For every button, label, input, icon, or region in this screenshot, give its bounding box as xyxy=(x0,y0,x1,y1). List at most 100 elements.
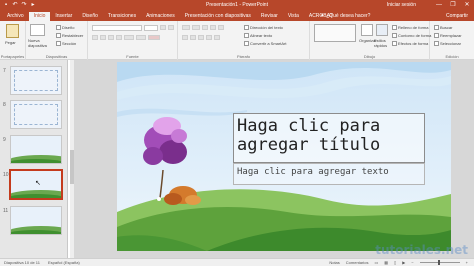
slide-thumbnail-10[interactable]: ↖ xyxy=(9,169,63,200)
replace-icon xyxy=(434,33,439,39)
reset-button[interactable]: Restablecer xyxy=(56,33,83,39)
italic-button[interactable] xyxy=(100,35,106,40)
tab-insertar[interactable]: Insertar xyxy=(50,12,77,21)
slides-group-label: Diapositivas xyxy=(45,54,68,59)
quick-styles-icon[interactable] xyxy=(376,24,388,36)
ribbon: Pegar Portapapeles Nueva diapositiva Dis… xyxy=(0,21,474,60)
tab-transiciones[interactable]: Transiciones xyxy=(103,12,141,21)
subtitle-placeholder-text: Haga clic para agregar texto xyxy=(237,167,389,177)
text-direction-button[interactable]: Dirección del texto xyxy=(244,25,283,31)
notes-button[interactable]: Notas xyxy=(329,260,339,265)
align-text-button[interactable]: Alinear texto xyxy=(244,33,272,39)
layout-button[interactable]: Diseño xyxy=(56,25,75,31)
paragraph-group-label: Párrafo xyxy=(236,54,251,59)
replace-label: Reemplazar xyxy=(440,33,462,38)
paste-icon[interactable] xyxy=(6,24,19,38)
align-right-button[interactable] xyxy=(198,35,204,40)
reading-view-icon[interactable]: ▯ xyxy=(394,260,396,265)
tab-revisar[interactable]: Revisar xyxy=(256,12,283,21)
columns-button[interactable] xyxy=(214,35,220,40)
align-text-icon xyxy=(244,33,249,39)
paste-button[interactable]: Pegar xyxy=(5,40,16,45)
share-button[interactable]: Compartir xyxy=(446,13,468,19)
maximize-button[interactable]: ❐ xyxy=(448,1,458,9)
smartart-button[interactable]: Convertir a SmartArt xyxy=(244,41,286,47)
decrease-indent-button[interactable] xyxy=(202,25,208,30)
new-slide-icon[interactable] xyxy=(30,24,45,36)
minimize-button[interactable]: — xyxy=(434,1,444,9)
language-indicator[interactable]: Español (España) xyxy=(48,260,80,265)
align-center-button[interactable] xyxy=(190,35,196,40)
shape-fill-label: Relleno de forma xyxy=(398,25,429,30)
slide-thumbnail-8[interactable] xyxy=(10,100,62,129)
slide-thumbnail-panel: 7 8 9 10 ↖ 11 xyxy=(0,60,68,258)
tell-me-box[interactable]: ✦ ¿Qué desea hacer? xyxy=(320,13,370,19)
tab-diseno[interactable]: Diseño xyxy=(77,12,103,21)
sign-in-link[interactable]: Iniciar sesión xyxy=(387,2,416,8)
zoom-out-icon[interactable]: − xyxy=(411,260,413,265)
char-spacing-button[interactable] xyxy=(124,35,134,40)
title-bar: ▪ ↶ ↷ ▸ Presentación1 - PowerPoint Inici… xyxy=(0,0,474,10)
shapes-gallery[interactable] xyxy=(314,24,356,42)
strikethrough-button[interactable] xyxy=(116,35,122,40)
zoom-slider-knob[interactable] xyxy=(437,260,440,265)
find-button[interactable]: Buscar xyxy=(434,25,453,31)
shape-fill-button[interactable]: Relleno de forma xyxy=(392,25,429,31)
tab-vista[interactable]: Vista xyxy=(283,12,304,21)
tab-inicio[interactable]: Inicio xyxy=(28,12,51,21)
drawing-group: Organizar Estilos rápidos Relleno de for… xyxy=(310,21,431,60)
font-family-select[interactable] xyxy=(92,25,142,31)
title-placeholder[interactable]: Haga clic para agregar título xyxy=(233,113,425,163)
numbering-button[interactable] xyxy=(192,25,200,30)
subtitle-placeholder[interactable]: Haga clic para agregar texto xyxy=(233,163,425,185)
tab-archivo[interactable]: Archivo xyxy=(2,12,29,21)
normal-view-icon[interactable]: ▭ xyxy=(374,260,378,265)
select-button[interactable]: Seleccionar xyxy=(434,41,461,47)
replace-button[interactable]: Reemplazar xyxy=(434,33,462,39)
editing-group-label: Edición xyxy=(445,54,459,59)
reset-icon xyxy=(56,33,61,39)
bold-button[interactable] xyxy=(92,35,98,40)
shrink-font-button[interactable] xyxy=(168,25,174,30)
underline-button[interactable] xyxy=(108,35,114,40)
zoom-in-icon[interactable]: + xyxy=(466,260,468,265)
tab-presentacion[interactable]: Presentación con diapositivas xyxy=(180,12,256,21)
thumbnail-number: 11 xyxy=(3,208,9,214)
ribbon-tabs: Archivo Inicio Insertar Diseño Transicio… xyxy=(0,10,474,21)
section-button[interactable]: Sección xyxy=(56,41,76,47)
shape-effects-button[interactable]: Efectos de forma xyxy=(392,41,428,47)
align-left-button[interactable] xyxy=(182,35,188,40)
zoom-slider[interactable] xyxy=(419,260,460,265)
quick-styles-button[interactable]: Estilos rápidos xyxy=(374,38,392,48)
editing-group: Buscar Reemplazar Seleccionar Edición xyxy=(430,21,474,60)
tab-animaciones[interactable]: Animaciones xyxy=(141,12,180,21)
find-label: Buscar xyxy=(440,25,453,30)
close-button[interactable]: ✕ xyxy=(462,1,472,9)
line-spacing-button[interactable] xyxy=(218,25,224,30)
slide-thumbnail-7[interactable] xyxy=(10,66,62,95)
justify-button[interactable] xyxy=(206,35,212,40)
slide-thumbnail-11[interactable] xyxy=(10,206,62,235)
change-case-button[interactable] xyxy=(136,35,146,40)
font-color-button[interactable] xyxy=(148,35,160,40)
slideshow-view-icon[interactable]: ▶ xyxy=(402,260,405,265)
thumbnail-number: 10 xyxy=(3,172,9,178)
grow-font-button[interactable] xyxy=(160,25,166,30)
arrange-icon[interactable] xyxy=(361,24,373,36)
select-label: Seleccionar xyxy=(440,41,461,46)
shape-fill-icon xyxy=(392,25,397,31)
comments-button[interactable]: Comentarios xyxy=(346,260,369,265)
shape-outline-button[interactable]: Contorno de forma xyxy=(392,33,431,39)
bullets-button[interactable] xyxy=(182,25,190,30)
title-placeholder-text: Haga clic para agregar título xyxy=(237,116,381,155)
increase-indent-button[interactable] xyxy=(210,25,216,30)
font-size-select[interactable] xyxy=(144,25,158,31)
window-controls: — ❐ ✕ xyxy=(434,1,472,9)
layout-label: Diseño xyxy=(62,25,75,30)
sorter-view-icon[interactable]: ▦ xyxy=(384,260,388,265)
new-slide-button[interactable]: Nueva diapositiva xyxy=(28,38,52,48)
slide-count: Diapositiva 10 de 11 xyxy=(4,260,40,265)
text-direction-label: Dirección del texto xyxy=(250,25,283,30)
text-direction-icon xyxy=(244,25,249,31)
slide-thumbnail-9[interactable] xyxy=(10,135,62,164)
